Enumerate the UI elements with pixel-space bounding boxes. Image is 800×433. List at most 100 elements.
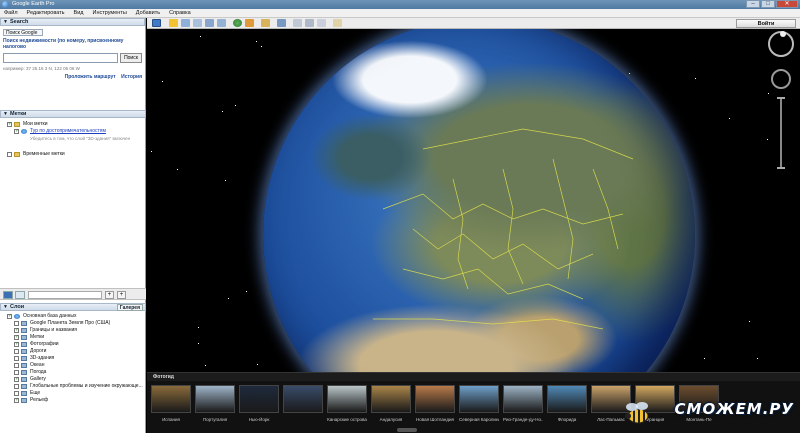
checkbox[interactable] [14, 363, 19, 368]
checkbox[interactable] [14, 334, 19, 341]
menu-tools[interactable]: Инструменты [92, 9, 126, 17]
sun-icon[interactable] [245, 19, 254, 27]
search-tab-google[interactable]: Поиск Google [3, 29, 43, 36]
historical-imagery-icon[interactable] [233, 19, 242, 27]
photo-caption: Новая Шотландия [416, 417, 454, 422]
layer-item[interactable]: Погода [0, 369, 146, 376]
gallery-button[interactable]: Галерея [116, 304, 143, 311]
checkbox[interactable] [14, 341, 19, 348]
zoom-slider[interactable] [777, 97, 785, 169]
search-input[interactable] [3, 53, 118, 63]
checkbox[interactable] [14, 349, 19, 354]
path-icon[interactable] [193, 19, 202, 27]
menu-edit[interactable]: Редактировать [27, 9, 65, 17]
move-up-button[interactable]: + [105, 291, 114, 299]
layer-item[interactable]: Рельеф [0, 397, 146, 404]
photo-thumbnail[interactable] [327, 385, 367, 413]
photo-thumbnail[interactable] [547, 385, 587, 413]
checkbox[interactable] [14, 370, 19, 375]
menu-add[interactable]: Добавить [136, 9, 160, 17]
planets-icon[interactable] [261, 19, 270, 27]
checkbox[interactable] [7, 121, 12, 128]
layer-icon [21, 349, 27, 354]
layer-item[interactable]: Фотографии [0, 341, 146, 348]
layer-item[interactable]: Глобальные проблемы и изучение окружающе… [0, 383, 146, 390]
star [222, 111, 223, 112]
photo-thumbnail[interactable] [371, 385, 411, 413]
checkbox[interactable] [14, 397, 19, 404]
photo-thumbnail[interactable] [415, 385, 455, 413]
star [246, 291, 247, 292]
print-icon[interactable] [305, 19, 314, 27]
photo-thumbnail[interactable] [195, 385, 235, 413]
layer-label: Границы и названия [30, 327, 77, 333]
search-description[interactable]: Поиск недвижимости (по номеру, присвоенн… [3, 38, 142, 50]
minimize-button[interactable]: – [746, 0, 760, 8]
ruler-icon[interactable] [277, 19, 286, 27]
record-tour-icon[interactable] [217, 19, 226, 27]
search-panel-header[interactable]: ▼ Search [0, 18, 145, 26]
menu-file[interactable]: Файл [4, 9, 18, 17]
folder-icon [14, 122, 20, 127]
layer-item[interactable]: Основная база данных [0, 313, 146, 320]
menu-help[interactable]: Справка [169, 9, 191, 17]
layer-label: Метки [30, 334, 45, 340]
photo-thumbnail[interactable] [283, 385, 323, 413]
close-button[interactable]: ✕ [776, 0, 798, 8]
photo-caption: Андалусия [379, 417, 403, 422]
layer-item[interactable]: Океан [0, 362, 146, 369]
tree-item-sightseeing-tour[interactable]: Тур по достопримечательностям [0, 128, 146, 135]
search-places-button[interactable] [3, 291, 13, 299]
search-button[interactable]: Поиск [120, 53, 142, 63]
layer-label: Основная база данных [23, 313, 77, 319]
layer-item[interactable]: Дороги [0, 348, 146, 355]
menu-view[interactable]: Вид [74, 9, 84, 17]
checkbox[interactable] [14, 321, 19, 326]
checkbox[interactable] [14, 327, 19, 334]
photo-caption: Северная Каролина [459, 417, 499, 422]
move-joystick[interactable] [771, 69, 791, 89]
sign-in-button[interactable]: Войти [736, 19, 796, 28]
save-image-icon[interactable] [317, 19, 326, 27]
layer-item[interactable]: Границы и названия [0, 327, 146, 334]
sidebar-toggle-icon[interactable] [152, 19, 161, 27]
view-in-maps-icon[interactable] [333, 19, 342, 27]
checkbox[interactable] [14, 356, 19, 361]
move-down-button[interactable]: + [117, 291, 126, 299]
photo-strip-scrollbar[interactable] [397, 428, 417, 432]
layer-label: Океан [30, 362, 45, 368]
checkbox[interactable] [7, 152, 12, 157]
checkbox[interactable] [14, 391, 19, 396]
checkbox[interactable] [7, 313, 12, 320]
split-view-button[interactable] [15, 291, 25, 299]
layer-item[interactable]: Google Планета Земля Про (США) [0, 320, 146, 327]
north-indicator-icon[interactable] [780, 31, 786, 37]
layer-item[interactable]: Еще [0, 390, 146, 397]
places-filter-input[interactable] [28, 291, 102, 299]
polygon-icon[interactable] [181, 19, 190, 27]
photo-thumbnail[interactable] [459, 385, 499, 413]
watermark: СМОЖЕМ.РУ [622, 396, 794, 430]
photo-caption: Испания [162, 417, 180, 422]
layer-item[interactable]: 3D-здания [0, 355, 146, 362]
layer-item[interactable]: Gallery [0, 376, 146, 383]
tree-item-my-places[interactable]: Мои метки [0, 121, 146, 128]
photo-thumbnail[interactable] [503, 385, 543, 413]
get-directions-link[interactable]: Проложить маршрут [65, 74, 116, 80]
photo-thumbnail[interactable] [239, 385, 279, 413]
placemark-icon[interactable] [169, 19, 178, 27]
photo-thumbnail[interactable] [151, 385, 191, 413]
checkbox[interactable] [14, 384, 19, 389]
collapse-triangle-icon: ▼ [3, 111, 8, 117]
checkbox[interactable] [14, 376, 19, 383]
image-overlay-icon[interactable] [205, 19, 214, 27]
look-joystick[interactable] [768, 31, 794, 57]
history-link[interactable]: История [121, 74, 142, 80]
email-icon[interactable] [293, 19, 302, 27]
checkbox[interactable] [14, 128, 19, 135]
maximize-button[interactable]: □ [761, 0, 775, 8]
tree-item-temporary-places[interactable]: Временные метки [0, 151, 146, 158]
places-panel-header[interactable]: ▼ Метки [0, 110, 146, 118]
layers-panel-header[interactable]: ▼ Слои Галерея [0, 303, 146, 311]
layer-item[interactable]: Метки [0, 334, 146, 341]
